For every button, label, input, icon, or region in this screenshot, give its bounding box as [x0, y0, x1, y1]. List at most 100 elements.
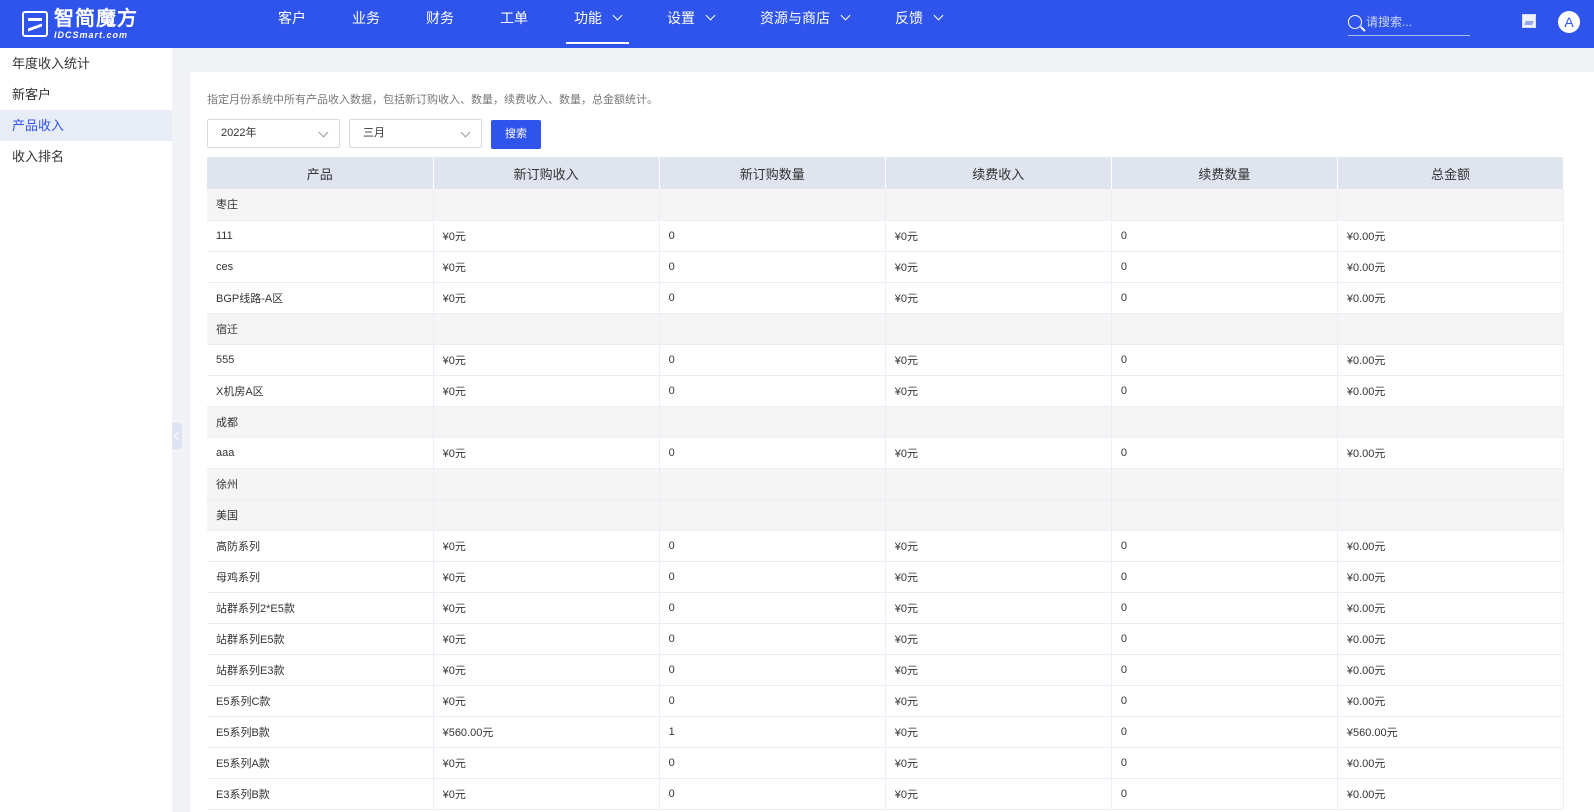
table-cell: ¥0.00元 [1337, 747, 1565, 779]
nav-item-4[interactable]: 功能 [566, 0, 629, 48]
table-cell: ¥0.00元 [1337, 220, 1565, 252]
table-row: 站群系列2*E5款 ¥0元 0 ¥0元 0 ¥0.00元 [207, 592, 1565, 624]
table-cell: ¥0元 [433, 344, 660, 376]
table-cell: 站群系列2*E5款 [207, 592, 434, 624]
table-header-row: 产品 新订购收入 新订购数量 续费收入 续费数量 总金额 [207, 157, 1565, 189]
sidebar-collapse-handle[interactable] [172, 423, 182, 449]
nav-item-7[interactable]: 反馈 [887, 0, 950, 48]
table-cell: 1 [659, 716, 886, 748]
sidebar-item-2[interactable]: 产品收入 [0, 110, 172, 141]
table-cell: ¥0.00元 [1337, 654, 1565, 686]
table-cell: ¥0元 [433, 282, 660, 314]
column-header: 总金额 [1337, 157, 1565, 189]
table-cell [433, 468, 660, 500]
table-group-row: 成都 [207, 406, 1565, 438]
broken-image-icon[interactable] [1522, 14, 1536, 28]
table-cell [885, 406, 1112, 438]
table-cell: ¥0.00元 [1337, 437, 1565, 469]
search-icon[interactable] [1348, 14, 1362, 29]
table-cell: ¥0元 [885, 778, 1112, 810]
logo[interactable]: 智简魔方 IDCSmart.com [22, 8, 138, 40]
sidebar-item-1[interactable]: 新客户 [0, 79, 172, 110]
table-cell: BGP线路-A区 [207, 282, 434, 314]
search-button[interactable]: 搜索 [491, 120, 541, 149]
page-description: 指定月份系统中所有产品收入数据，包括新订购收入、数量，续费收入、数量，总金额统计… [207, 94, 658, 106]
table-cell [1111, 189, 1338, 221]
table-group-row: 美国 [207, 499, 1565, 531]
table-cell: E5系列B款 [207, 716, 434, 748]
nav-item-1[interactable]: 业务 [344, 0, 388, 48]
year-select[interactable]: 2022年 [207, 119, 340, 148]
table-cell: 0 [1111, 623, 1338, 655]
product-income-table: 产品 新订购收入 新订购数量 续费收入 续费数量 总金额 枣庄 111 ¥0元 0 ¥0元 0 ¥0.… [207, 157, 1565, 810]
table-cell: 0 [1111, 747, 1338, 779]
avatar[interactable]: A [1558, 11, 1580, 33]
table-cell: 0 [659, 251, 886, 283]
table-cell [1337, 189, 1565, 221]
table-cell: ¥0.00元 [1337, 778, 1565, 810]
table-cell: 成都 [207, 406, 434, 438]
table-cell: 0 [1111, 592, 1338, 624]
table-cell: ¥560.00元 [1337, 716, 1565, 748]
nav-item-label: 功能 [574, 10, 602, 26]
nav-item-6[interactable]: 资源与商店 [752, 0, 857, 48]
search-box[interactable] [1348, 8, 1470, 36]
table-cell: ¥0元 [433, 654, 660, 686]
nav-item-3[interactable]: 工单 [492, 0, 536, 48]
table-cell: 0 [1111, 375, 1338, 407]
table-cell: ¥0元 [885, 282, 1112, 314]
month-select[interactable]: 三月 [349, 119, 482, 148]
table-cell: 0 [659, 747, 886, 779]
table-cell [659, 499, 886, 531]
table-cell: 0 [659, 375, 886, 407]
table-cell: ¥0元 [433, 592, 660, 624]
nav-item-5[interactable]: 设置 [659, 0, 722, 48]
sidebar-item-0[interactable]: 年度收入统计 [0, 48, 172, 79]
column-header: 新订购数量 [659, 157, 886, 189]
table-cell: ¥0.00元 [1337, 344, 1565, 376]
table-row: 高防系列 ¥0元 0 ¥0元 0 ¥0.00元 [207, 530, 1565, 562]
table-cell: ¥0.00元 [1337, 623, 1565, 655]
main-content: 指定月份系统中所有产品收入数据，包括新订购收入、数量，续费收入、数量，总金额统计… [190, 72, 1594, 812]
table-row: 站群系列E5款 ¥0元 0 ¥0元 0 ¥0.00元 [207, 623, 1565, 655]
table-cell: ¥0元 [433, 623, 660, 655]
table-cell [659, 468, 886, 500]
table-cell: 0 [1111, 344, 1338, 376]
table-cell: 0 [659, 654, 886, 686]
table-cell: 0 [659, 282, 886, 314]
table-row: 555 ¥0元 0 ¥0元 0 ¥0.00元 [207, 344, 1565, 376]
column-header: 产品 [207, 157, 434, 189]
table-cell: ¥0.00元 [1337, 685, 1565, 717]
table-row: X机房A区 ¥0元 0 ¥0元 0 ¥0.00元 [207, 375, 1565, 407]
table-row: E5系列A款 ¥0元 0 ¥0元 0 ¥0.00元 [207, 747, 1565, 779]
table-cell [433, 406, 660, 438]
sidebar: 年度收入统计 新客户 产品收入 收入排名 [0, 48, 172, 812]
table-row: aaa ¥0元 0 ¥0元 0 ¥0.00元 [207, 437, 1565, 469]
table-cell: 0 [1111, 685, 1338, 717]
table-cell: 0 [659, 437, 886, 469]
table-cell: 0 [1111, 530, 1338, 562]
logo-icon [22, 11, 48, 37]
column-header: 新订购收入 [433, 157, 660, 189]
table-group-row: 徐州 [207, 468, 1565, 500]
table-cell: 站群系列E5款 [207, 623, 434, 655]
search-input[interactable] [1366, 14, 1462, 29]
table-cell: ¥0元 [433, 561, 660, 593]
table-cell [885, 468, 1112, 500]
table-cell [885, 313, 1112, 345]
table-row: E3系列B款 ¥0元 0 ¥0元 0 ¥0.00元 [207, 778, 1565, 810]
nav-item-label: 客户 [278, 10, 306, 26]
table-cell [885, 189, 1112, 221]
table-group-row: 宿迁 [207, 313, 1565, 345]
nav-item-label: 反馈 [895, 10, 923, 26]
sidebar-item-3[interactable]: 收入排名 [0, 141, 172, 172]
table-cell: 宿迁 [207, 313, 434, 345]
table-cell: aaa [207, 437, 434, 469]
nav-item-2[interactable]: 财务 [418, 0, 462, 48]
table-cell: 0 [1111, 437, 1338, 469]
table-cell: ¥0.00元 [1337, 251, 1565, 283]
month-select-value: 三月 [363, 127, 385, 139]
table-cell: 0 [1111, 561, 1338, 593]
nav-item-0[interactable]: 客户 [270, 0, 314, 48]
table-cell: ¥0元 [433, 437, 660, 469]
